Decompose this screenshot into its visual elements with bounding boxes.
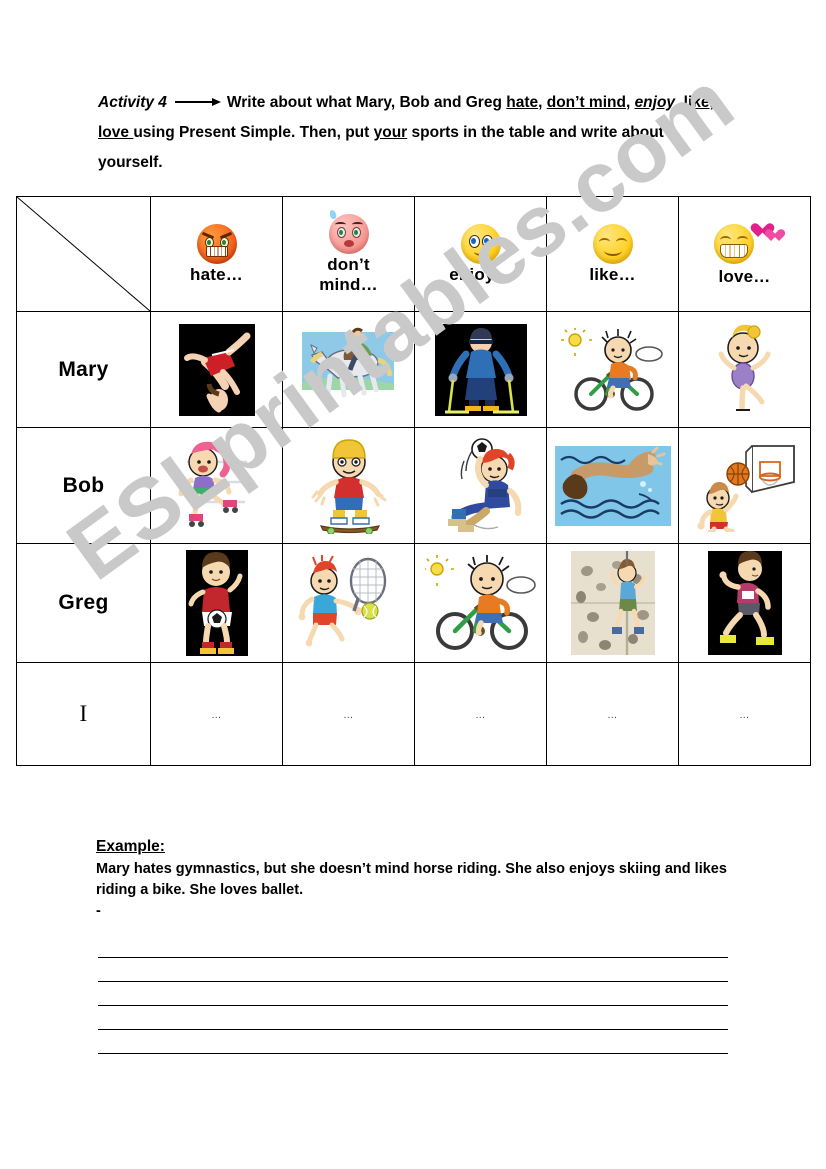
- cell-greg-hate: [150, 543, 283, 663]
- love-face-icon: [712, 222, 778, 266]
- worried-face-icon: [328, 208, 369, 254]
- placeholder-dots: ...: [211, 710, 222, 721]
- keyword-your: your: [373, 124, 408, 141]
- basketball-picture: [689, 439, 800, 532]
- instruction-part-2: using Present Simple. Then, put: [133, 124, 374, 141]
- writing-line[interactable]: [98, 958, 728, 982]
- roller-skating-picture: [168, 439, 265, 532]
- keyword-hate: hate: [506, 94, 539, 111]
- example-title: Example:: [96, 838, 165, 855]
- keyword-love: love: [98, 124, 134, 141]
- cell-bob-dont-mind: [282, 427, 415, 544]
- cell-bob-love: [678, 427, 811, 544]
- skateboarding-picture: [302, 437, 395, 534]
- writing-line[interactable]: [98, 934, 728, 958]
- cell-i-hate[interactable]: ...: [150, 662, 283, 766]
- cycling-picture: [560, 327, 665, 412]
- cell-greg-love: [678, 543, 811, 663]
- swimming-picture: [554, 445, 671, 526]
- example-dash: -: [96, 903, 101, 919]
- cell-greg-enjoy: [414, 543, 547, 663]
- diagonal-line-icon: [17, 197, 150, 311]
- header-cell-dont-mind: don’t mind…: [282, 196, 415, 312]
- writing-line[interactable]: [98, 1030, 728, 1054]
- header-label-like: like…: [589, 265, 636, 284]
- running-picture: [707, 551, 782, 655]
- separator-3: ,: [675, 94, 684, 111]
- row-label-greg: Greg: [16, 543, 151, 663]
- footballer-picture: [185, 550, 248, 656]
- sports-preferences-table: hate… don’t mind… enjoy… like… love… Mar…: [16, 196, 811, 766]
- keyword-like: like: [683, 94, 710, 111]
- keyword-enjoy: enjoy: [634, 94, 676, 111]
- header-cell-hate: hate…: [150, 196, 283, 312]
- header-label-enjoy: enjoy…: [449, 265, 512, 284]
- writing-line[interactable]: [98, 1006, 728, 1030]
- table-row-mary: Mary: [16, 311, 811, 428]
- heart-icon: [751, 224, 766, 238]
- cell-bob-enjoy: [414, 427, 547, 544]
- skiing-picture: [434, 323, 527, 416]
- row-label-mary: Mary: [16, 311, 151, 428]
- cell-bob-like: [546, 427, 679, 544]
- cell-greg-like: [546, 543, 679, 663]
- keyword-dont-mind: don’t mind: [546, 94, 626, 111]
- cell-i-like[interactable]: ...: [546, 662, 679, 766]
- writing-line[interactable]: [98, 982, 728, 1006]
- gymnastics-picture: [178, 323, 255, 416]
- example-text: Mary hates gymnastics, but she doesn’t m…: [96, 861, 727, 898]
- table-header-row: hate… don’t mind… enjoy… like… love…: [16, 196, 811, 312]
- cell-greg-dont-mind: [282, 543, 415, 663]
- happy-face-icon: [592, 224, 633, 264]
- smiling-face-icon: [460, 224, 501, 264]
- example-section: Example: Mary hates gymnastics, but she …: [96, 838, 736, 921]
- instruction-part-1: Write about what Mary, Bob and Greg: [226, 94, 507, 111]
- row-label-bob: Bob: [16, 427, 151, 544]
- placeholder-dots: ...: [343, 710, 354, 721]
- header-label-love: love…: [718, 267, 771, 286]
- climbing-picture: [570, 551, 655, 655]
- tennis-picture: [293, 555, 404, 651]
- separator-4: ,: [709, 94, 714, 111]
- cell-mary-hate: [150, 311, 283, 428]
- cycling-picture: [424, 555, 537, 651]
- heart-icon: [765, 230, 778, 242]
- ballet-picture: [709, 323, 780, 416]
- cell-i-love[interactable]: ...: [678, 662, 811, 766]
- header-cell-like: like…: [546, 196, 679, 312]
- table-row-greg: Greg: [16, 543, 811, 663]
- horse-riding-picture: [293, 325, 404, 414]
- separator-2: ,: [625, 94, 635, 111]
- placeholder-dots: ...: [739, 710, 750, 721]
- cell-mary-enjoy: [414, 311, 547, 428]
- goalkeeper-picture: [427, 436, 534, 535]
- placeholder-dots: ...: [607, 710, 618, 721]
- row-label-i: I: [16, 662, 151, 766]
- header-label-hate: hate…: [190, 265, 243, 284]
- corner-cell-diagonal: [16, 196, 151, 312]
- angry-face-icon: [196, 224, 237, 264]
- cell-mary-dont-mind: [282, 311, 415, 428]
- writing-lines-area[interactable]: [98, 934, 728, 1054]
- table-row-self: I ... ... ... ... ...: [16, 662, 811, 766]
- cell-mary-love: [678, 311, 811, 428]
- cell-i-dont-mind[interactable]: ...: [282, 662, 415, 766]
- instructions-paragraph: Activity 4 Write about what Mary, Bob and…: [98, 88, 723, 178]
- table-row-bob: Bob: [16, 427, 811, 544]
- header-cell-love: love…: [678, 196, 811, 312]
- cell-bob-hate: [150, 427, 283, 544]
- activity-label: Activity 4: [98, 94, 167, 111]
- cell-i-enjoy[interactable]: ...: [414, 662, 547, 766]
- header-cell-enjoy: enjoy…: [414, 196, 547, 312]
- separator-1: ,: [538, 94, 547, 111]
- header-label-dont-mind: don’t mind…: [319, 254, 378, 294]
- cell-mary-like: [546, 311, 679, 428]
- placeholder-dots: ...: [475, 710, 486, 721]
